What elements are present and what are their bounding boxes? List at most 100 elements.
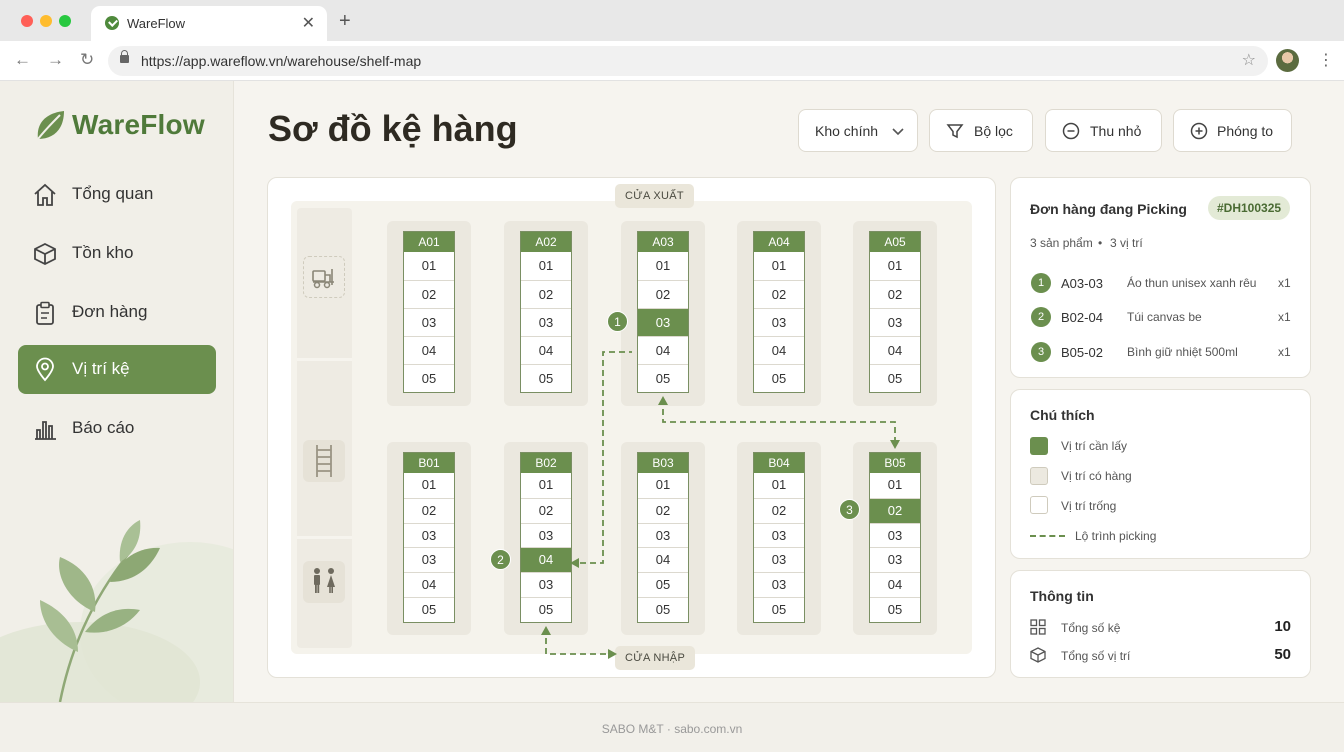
shelf-slot[interactable]: 01 [638,252,688,280]
shelf-slot[interactable]: 01 [404,252,454,280]
shelf-slot[interactable]: 03 [521,572,571,597]
shelf-slot[interactable]: 01 [754,473,804,498]
url-field[interactable]: https://app.wareflow.vn/warehouse/shelf-… [108,46,1268,76]
warehouse-select[interactable]: Kho chính [798,109,918,152]
shelf-slot[interactable]: 05 [638,572,688,597]
maximize-window-dot[interactable] [59,15,71,27]
shelf-slot[interactable]: 02 [521,280,571,308]
sidebar-item-reports[interactable]: Báo cáo [18,404,216,453]
shelf-a02[interactable]: A02 01 02 03 04 05 [520,231,572,393]
shelf-slot[interactable]: 01 [404,473,454,498]
shelf-slot[interactable]: 04 [404,572,454,597]
sidebar-item-shelf-location[interactable]: Vị trí kệ [18,345,216,394]
shelf-slot[interactable]: 02 [404,497,454,523]
shelf-b02[interactable]: B02 01 02 03 04 03 05 [520,452,572,623]
order-id-badge[interactable]: #DH100325 [1208,196,1291,220]
shelf-a03[interactable]: A03 01 02 03 04 05 [637,231,689,393]
shelf-slot[interactable]: 03 [521,522,571,548]
shelf-slot[interactable]: 03 [754,572,804,597]
sidebar-item-orders[interactable]: Đơn hàng [18,288,216,337]
browser-menu-icon[interactable]: ⋮ [1318,50,1334,70]
sidebar-item-overview[interactable]: Tổng quan [18,170,216,219]
shelf-slot[interactable]: 02 [521,497,571,523]
shelf-slot[interactable]: 05 [404,596,454,622]
shelf-slot[interactable]: 01 [870,473,920,498]
shelf-slot[interactable]: 02 [870,280,920,308]
shelf-a05[interactable]: A05 01 02 03 04 05 [869,231,921,393]
shelf-slot-pick[interactable]: 04 [521,547,571,573]
shelf-slot[interactable]: 04 [870,572,920,597]
shelf-slot[interactable]: 03 [870,547,920,572]
shelf-slot[interactable]: 01 [521,252,571,280]
shelf-slot[interactable]: 03 [870,308,920,336]
shelf-slot[interactable]: 04 [870,336,920,364]
leaf-logo-icon [37,111,64,140]
shelf-b01[interactable]: B01 01 02 03 03 04 05 [403,452,455,623]
minus-circle-icon [1062,122,1080,140]
forward-icon[interactable]: → [47,50,64,70]
shelf-slot[interactable]: 03 [754,547,804,572]
legend-swatch-pick [1030,437,1048,455]
shelf-slot[interactable]: 05 [870,596,920,622]
shelf-slot[interactable]: 05 [754,364,804,392]
shelf-slot[interactable]: 01 [521,473,571,498]
shelf-slot[interactable]: 02 [638,280,688,308]
shelf-slot[interactable]: 02 [638,497,688,523]
shelf-a01[interactable]: A01 01 02 03 04 05 [403,231,455,393]
shelf-slot[interactable]: 03 [754,308,804,336]
minimize-window-dot[interactable] [40,15,52,27]
pick-number: 3 [1031,342,1051,362]
leaf-decoration-icon [0,520,233,702]
close-tab-icon[interactable]: ✕ [302,13,315,33]
shelf-header: B05 [870,453,920,473]
shelf-slot[interactable]: 01 [754,252,804,280]
shelf-slot[interactable]: 03 [754,522,804,548]
avatar[interactable] [1276,49,1299,72]
shelf-slot[interactable]: 05 [870,364,920,392]
shelf-slot[interactable]: 05 [521,596,571,622]
back-icon[interactable]: ← [14,50,31,70]
shelf-slot[interactable]: 04 [404,336,454,364]
browser-tab[interactable]: WareFlow ✕ [91,6,327,41]
shelf-header: A01 [404,232,454,252]
shelf-slot[interactable]: 05 [521,364,571,392]
shelf-slot[interactable]: 05 [638,364,688,392]
restroom-icon [303,561,345,603]
shelf-a04[interactable]: A04 01 02 03 04 05 [753,231,805,393]
shelf-b03[interactable]: B03 01 02 03 04 05 05 [637,452,689,623]
shelf-slot[interactable]: 03 [638,522,688,548]
shelf-slot[interactable]: 04 [754,336,804,364]
shelf-slot[interactable]: 02 [404,280,454,308]
legend-label: Lộ trình picking [1075,529,1157,543]
shelf-slot[interactable]: 05 [404,364,454,392]
bookmark-star-icon[interactable]: ☆ [1242,50,1256,70]
reload-icon[interactable]: ↻ [80,50,94,70]
shelf-slot[interactable]: 03 [521,308,571,336]
shelf-slot[interactable]: 04 [521,336,571,364]
zoom-in-button[interactable]: Phóng to [1173,109,1292,152]
shelf-slot[interactable]: 02 [754,497,804,523]
shelf-slot[interactable]: 05 [754,596,804,622]
close-window-dot[interactable] [21,15,33,27]
shelf-slot[interactable]: 03 [404,547,454,572]
shelf-slot[interactable]: 03 [404,522,454,548]
shelf-slot[interactable]: 02 [754,280,804,308]
shelf-slot[interactable]: 04 [638,336,688,364]
shelf-slot[interactable]: 04 [638,547,688,572]
shelf-slot-pick[interactable]: 02 [870,497,920,523]
order-product-count: 3 sản phẩm [1030,236,1093,250]
picking-order-card: Đơn hàng đang Picking #DH100325 3 sản ph… [1010,177,1311,378]
zoom-out-button[interactable]: Thu nhỏ [1045,109,1162,152]
shelf-slot[interactable]: 05 [638,596,688,622]
shelf-slot-pick[interactable]: 03 [638,308,688,336]
shelf-slot[interactable]: 03 [870,522,920,548]
shelf-b04[interactable]: B04 01 02 03 03 03 05 [753,452,805,623]
filter-button[interactable]: Bộ lọc [929,109,1033,152]
new-tab-icon[interactable]: + [339,10,351,33]
shelf-b05[interactable]: B05 01 02 03 03 04 05 [869,452,921,623]
shelf-slot[interactable]: 03 [404,308,454,336]
shelf-slot[interactable]: 01 [870,252,920,280]
ladder-icon [303,440,345,482]
sidebar-item-inventory[interactable]: Tồn kho [18,229,216,278]
shelf-slot[interactable]: 01 [638,473,688,498]
